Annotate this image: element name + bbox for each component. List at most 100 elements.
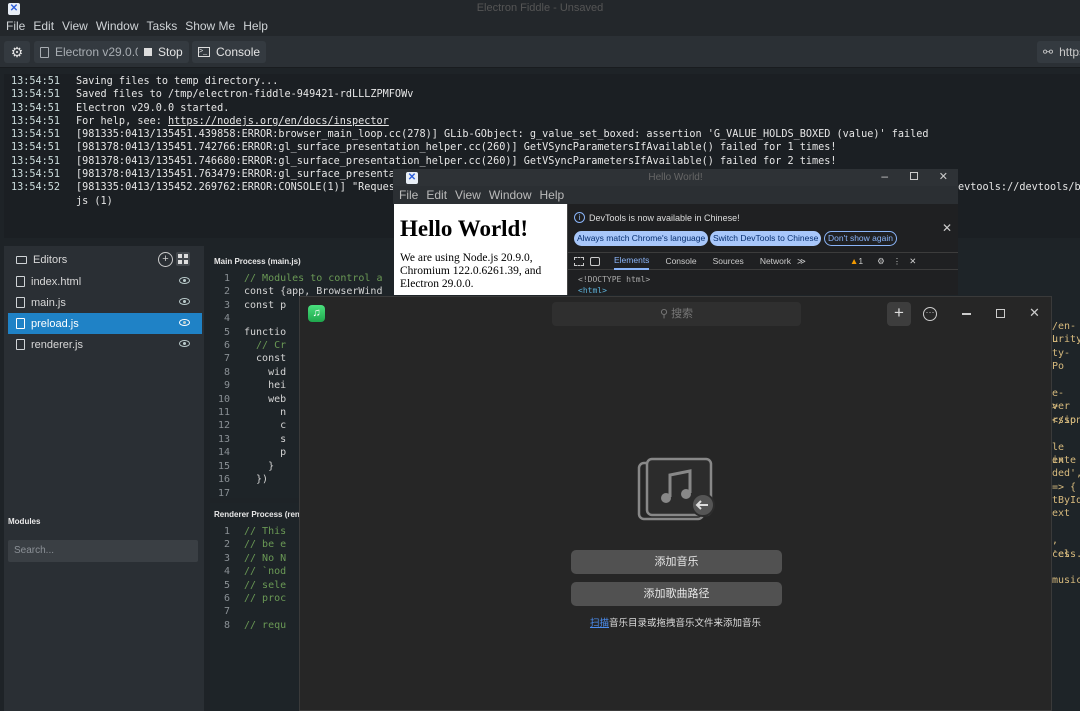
tab-network[interactable]: Network bbox=[760, 256, 791, 266]
code-text: // sele bbox=[244, 579, 287, 591]
eye-icon[interactable] bbox=[179, 340, 190, 347]
add-icon[interactable]: + bbox=[887, 302, 911, 326]
console-button[interactable]: >_ Console bbox=[192, 41, 267, 63]
dev-menu-file[interactable]: File bbox=[399, 186, 418, 204]
overflow-code-fragment: e-ver bbox=[1052, 387, 1071, 413]
overflow-code-fragment: ded', bbox=[1052, 468, 1080, 480]
menu-tasks[interactable]: Tasks bbox=[147, 18, 178, 36]
info-icon: i bbox=[574, 212, 585, 223]
code-text: n bbox=[244, 407, 287, 419]
menu-file[interactable]: File bbox=[6, 18, 25, 36]
version-chooser-button[interactable]: Electron v29.0.0 bbox=[34, 41, 148, 63]
title-bar: ✕ Electron Fiddle - Unsaved bbox=[0, 0, 1080, 18]
maximize-icon[interactable] bbox=[996, 309, 1005, 318]
overflow-code-fragment: rsion bbox=[1052, 414, 1080, 426]
menu-edit[interactable]: Edit bbox=[33, 18, 54, 36]
dev-menu-window[interactable]: Window bbox=[489, 186, 532, 204]
close-icon[interactable]: ✕ bbox=[939, 170, 948, 183]
devtools-notice: DevTools is now available in Chinese! bbox=[589, 212, 740, 223]
add-song-path-button[interactable]: 添加歌曲路径 bbox=[571, 582, 782, 606]
console-label: Console bbox=[216, 45, 261, 59]
close-notice-icon[interactable]: ✕ bbox=[942, 221, 952, 235]
settings-button[interactable]: ⚙ bbox=[4, 41, 30, 63]
dev-menu-edit[interactable]: Edit bbox=[426, 186, 447, 204]
file-item-preload-js[interactable]: preload.js bbox=[8, 313, 202, 334]
dont-show-again-button[interactable]: Don't show again bbox=[824, 231, 897, 246]
eye-icon[interactable] bbox=[179, 277, 190, 284]
code-text: // requ bbox=[244, 619, 287, 631]
more-vert-icon[interactable]: ⋮ bbox=[893, 256, 902, 267]
file-icon bbox=[40, 46, 49, 58]
close-icon[interactable]: ✕ bbox=[1029, 305, 1040, 321]
code-doctype: <!DOCTYPE html> bbox=[578, 275, 651, 284]
console-timestamp: 13:54:51 bbox=[11, 129, 61, 141]
file-item-main-js[interactable]: main.js bbox=[8, 292, 202, 313]
window-title: Electron Fiddle - Unsaved bbox=[476, 2, 604, 14]
console-icon: >_ bbox=[198, 47, 210, 57]
code-text: p bbox=[244, 447, 287, 459]
dev-menu-help[interactable]: Help bbox=[540, 186, 565, 204]
scan-link[interactable]: 扫描 bbox=[590, 618, 609, 629]
overflow-code-fragment: /en-L bbox=[1052, 321, 1077, 346]
console-message: [981378:0413/135451.742766:ERROR:gl_surf… bbox=[76, 142, 837, 154]
console-message: js (1) bbox=[76, 195, 113, 207]
file-item-renderer-js[interactable]: renderer.js bbox=[8, 334, 202, 355]
tab-sources[interactable]: Sources bbox=[713, 256, 744, 266]
eye-icon[interactable] bbox=[179, 319, 190, 326]
console-timestamp: 13:54:52 bbox=[11, 182, 61, 194]
settings-icon[interactable]: ⚙ bbox=[877, 256, 885, 267]
maximize-icon[interactable] bbox=[910, 172, 918, 180]
music-app-window: ♫ ⚲ 搜索 + ··· ✕ 添加音乐 添加歌曲路径 扫描音乐目录或拖拽音乐文件… bbox=[299, 296, 1052, 711]
code-text: web bbox=[244, 393, 287, 405]
overflow-code-fragment bbox=[1052, 374, 1080, 387]
code-text: wid bbox=[244, 366, 287, 378]
match-language-button[interactable]: Always match Chrome's language bbox=[574, 231, 709, 246]
dev-menu-view[interactable]: View bbox=[455, 186, 481, 204]
minimize-icon[interactable] bbox=[962, 313, 971, 315]
switch-chinese-button[interactable]: Switch DevTools to Chinese bbox=[710, 231, 822, 246]
stop-button[interactable]: Stop bbox=[138, 41, 189, 63]
more-options-icon[interactable]: ··· bbox=[923, 307, 937, 321]
console-message: Saved files to /tmp/electron-fiddle-9494… bbox=[76, 89, 414, 101]
overflow-code-fragment bbox=[1052, 521, 1080, 534]
add-editor-icon[interactable]: + bbox=[158, 252, 173, 267]
devtools-panel: i DevTools is now available in Chinese! … bbox=[567, 204, 958, 295]
device-toggle-icon[interactable] bbox=[590, 256, 600, 266]
menu-view[interactable]: View bbox=[62, 18, 88, 36]
code-html[interactable]: <html> bbox=[578, 285, 650, 295]
layout-grid-icon[interactable] bbox=[176, 252, 190, 266]
overflow-code-fragment: music bbox=[1052, 575, 1080, 587]
modules-search-input[interactable]: Search... bbox=[8, 540, 198, 562]
menu-window[interactable]: Window bbox=[96, 18, 139, 36]
overflow-code-fragment bbox=[1052, 427, 1080, 440]
code-text: // This bbox=[244, 526, 287, 537]
file-item-index-html[interactable]: index.html bbox=[8, 271, 202, 292]
code-text: c bbox=[244, 420, 287, 432]
console-line: 13:54:51 For help, see: https://nodejs.or… bbox=[4, 115, 1080, 128]
console-message: [981378:0413/135451.746680:ERROR:gl_surf… bbox=[76, 155, 837, 167]
menu-help[interactable]: Help bbox=[243, 18, 268, 36]
menu-show-me[interactable]: Show Me bbox=[185, 18, 235, 36]
code-text: s bbox=[244, 433, 287, 445]
share-url-button[interactable]: ⚯ https bbox=[1037, 41, 1080, 63]
console-timestamp bbox=[4, 195, 76, 208]
search-placeholder: 搜索 bbox=[671, 308, 694, 320]
devtools-window-title: Hello World! bbox=[648, 172, 703, 183]
tab-console[interactable]: Console bbox=[665, 256, 696, 266]
music-search-input[interactable]: ⚲ 搜索 bbox=[552, 302, 801, 326]
add-music-button[interactable]: 添加音乐 bbox=[571, 550, 782, 574]
warning-count: 1 bbox=[858, 256, 864, 266]
gear-icon: ⚙ bbox=[10, 44, 24, 60]
more-tabs-icon[interactable]: ≫ bbox=[797, 256, 806, 267]
console-line: 13:54:51 Saved files to /tmp/electron-fid… bbox=[4, 88, 1080, 101]
tab-elements[interactable]: Elements bbox=[614, 252, 650, 270]
minimize-icon[interactable]: – bbox=[881, 169, 888, 183]
close-devtools-icon[interactable]: ✕ bbox=[909, 256, 916, 267]
code-text: // Modules to control a bbox=[244, 273, 383, 284]
overflow-code-fragment: urity bbox=[1052, 334, 1080, 346]
code-text: const bbox=[244, 353, 287, 365]
inspect-icon[interactable] bbox=[574, 256, 584, 266]
console-link[interactable]: https://nodejs.org/en/docs/inspector bbox=[168, 115, 389, 128]
devtools-menubar: File Edit View Window Help bbox=[393, 186, 958, 204]
eye-icon[interactable] bbox=[179, 298, 190, 305]
